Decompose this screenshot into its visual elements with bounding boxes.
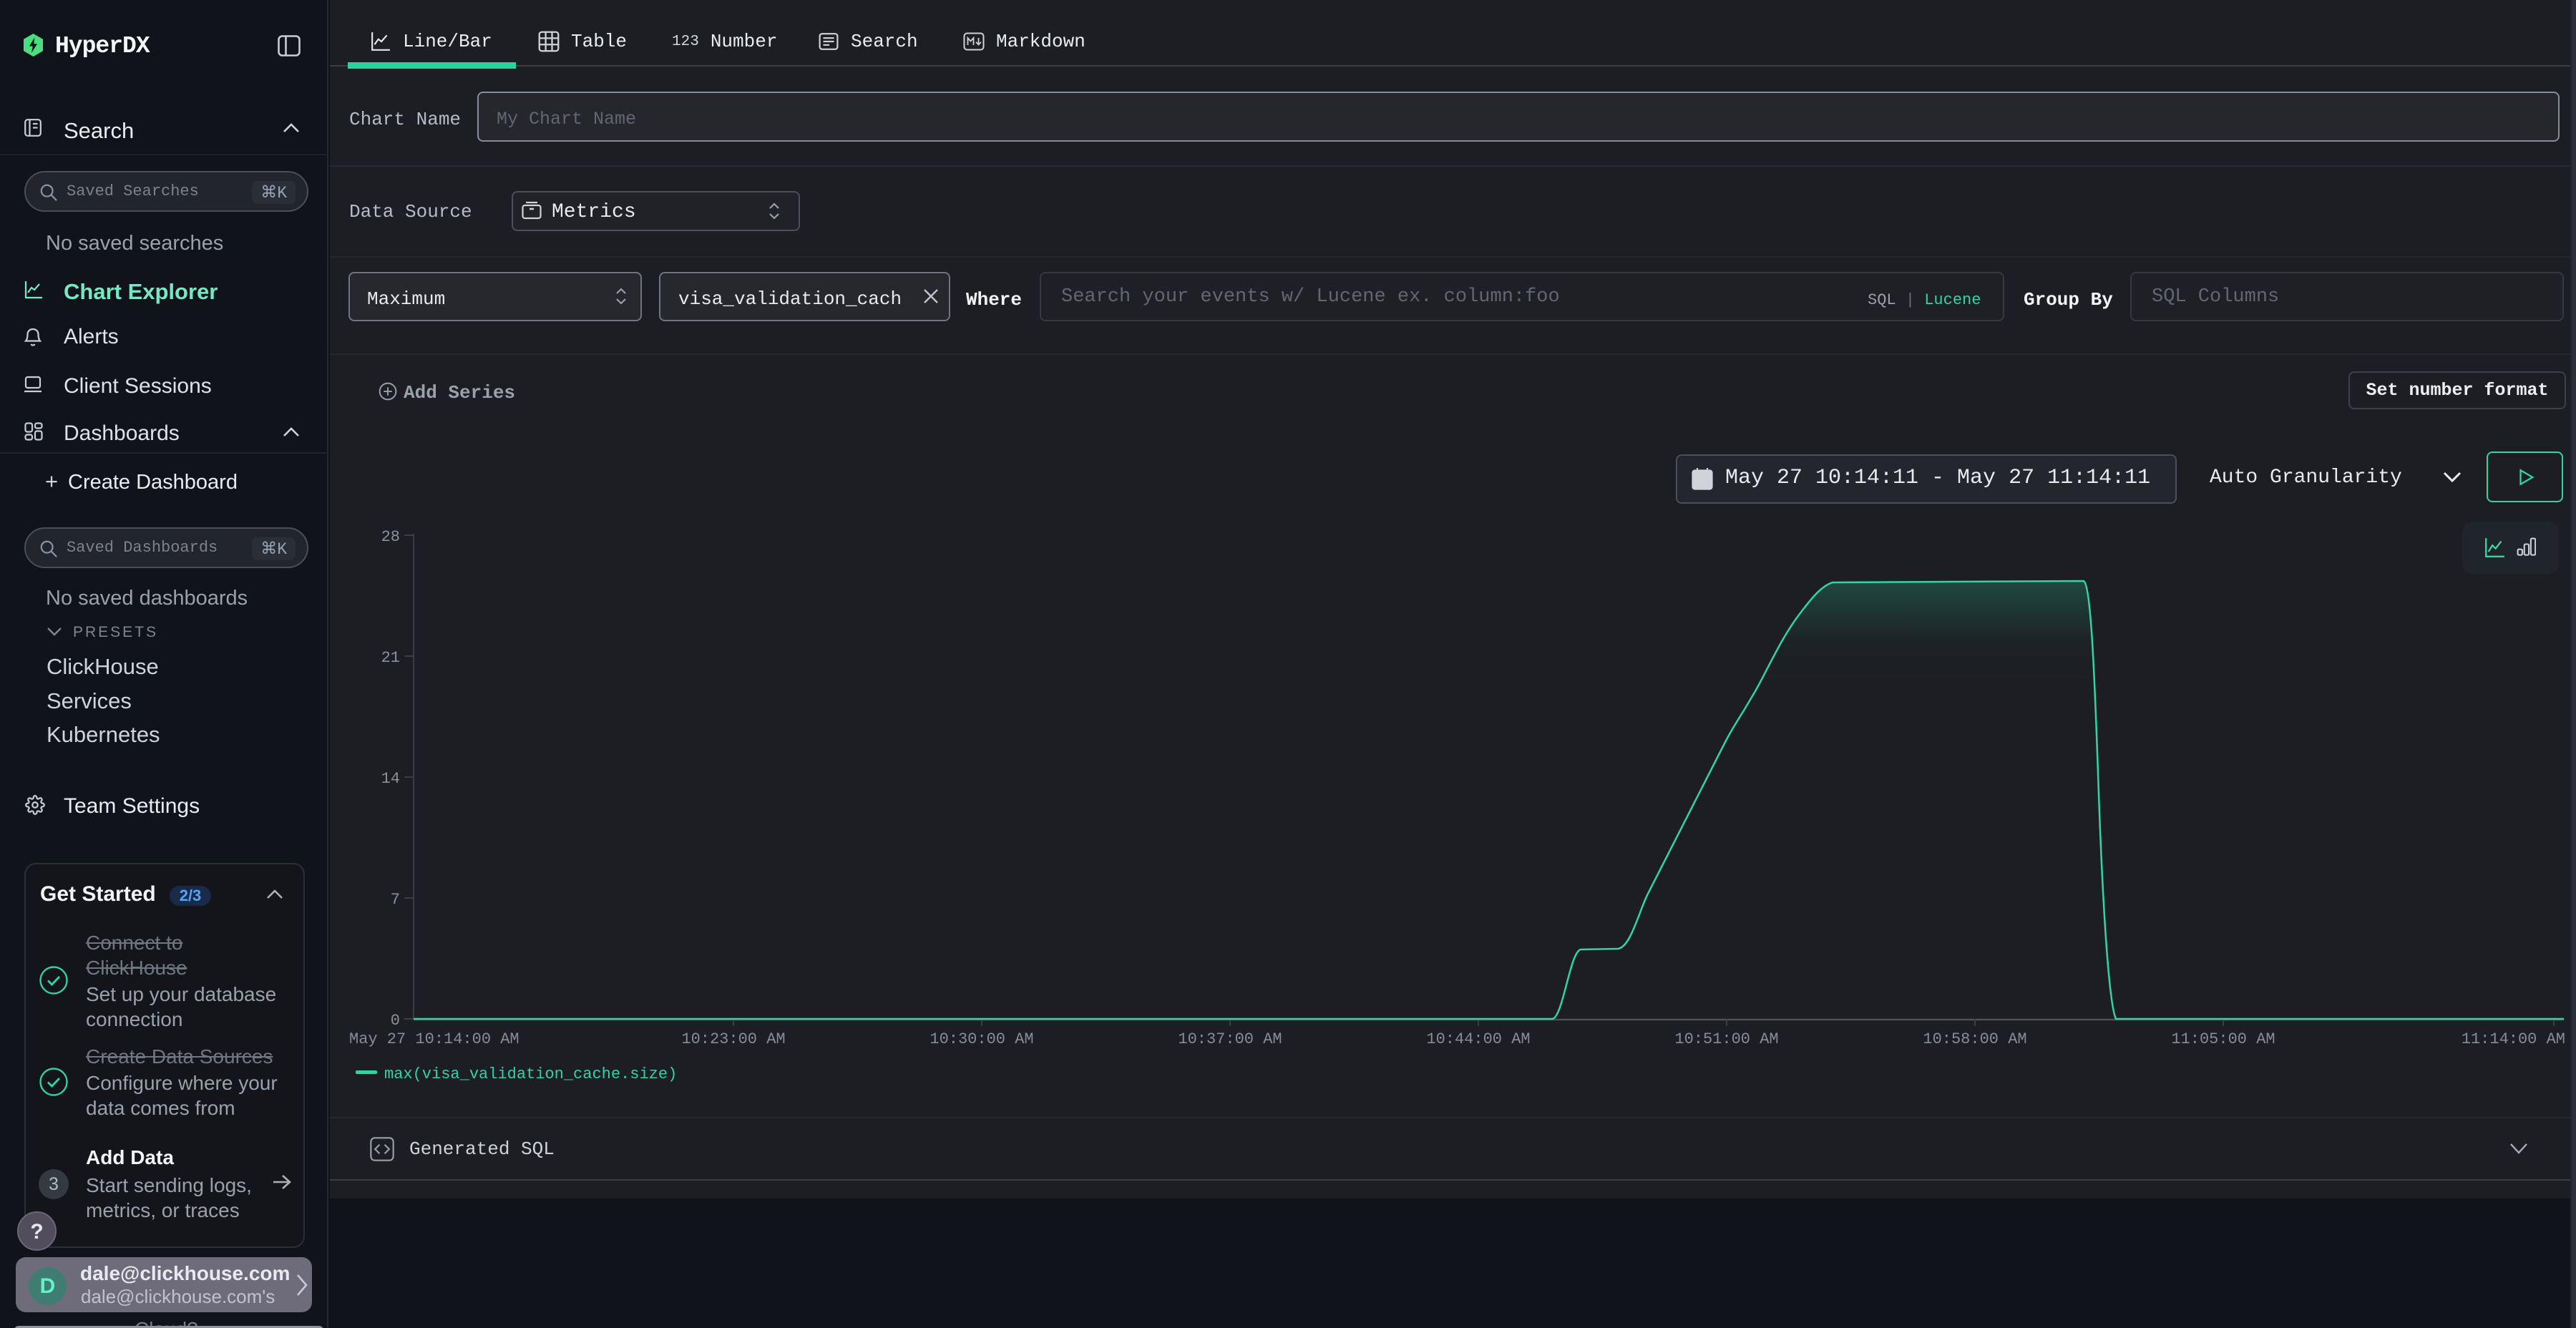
svg-text:10:37:00 AM: 10:37:00 AM <box>1178 1030 1282 1048</box>
svg-text:11:05:00 AM: 11:05:00 AM <box>2171 1030 2275 1048</box>
svg-text:May 27 10:14:00 AM: May 27 10:14:00 AM <box>349 1030 519 1048</box>
svg-text:0: 0 <box>391 1012 400 1030</box>
svg-text:21: 21 <box>381 649 400 667</box>
svg-text:10:51:00 AM: 10:51:00 AM <box>1674 1030 1778 1048</box>
svg-text:28: 28 <box>381 528 400 546</box>
svg-text:14: 14 <box>381 770 400 788</box>
svg-text:10:30:00 AM: 10:30:00 AM <box>930 1030 1033 1048</box>
svg-text:7: 7 <box>391 891 400 909</box>
svg-text:10:58:00 AM: 10:58:00 AM <box>1923 1030 2026 1048</box>
svg-text:10:23:00 AM: 10:23:00 AM <box>681 1030 785 1048</box>
svg-text:11:14:00 AM: 11:14:00 AM <box>2462 1030 2565 1048</box>
svg-text:10:44:00 AM: 10:44:00 AM <box>1426 1030 1530 1048</box>
